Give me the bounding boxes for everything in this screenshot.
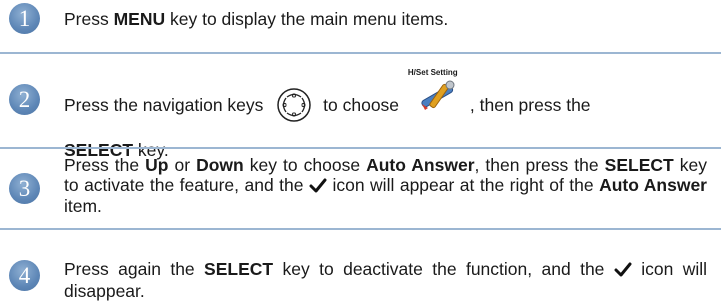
step-text: Press the Up or Down key to choose Auto …: [64, 155, 707, 216]
step-text: Press MENU key to display the main menu …: [64, 9, 449, 29]
step-divider: [0, 147, 721, 149]
checkmark-icon: [614, 262, 632, 282]
step-number-badge: 3: [9, 173, 40, 204]
handset-setting-icon: H/Set Setting: [408, 68, 462, 118]
step-text: Press again the SELECT key to deactivate…: [64, 259, 707, 301]
step-number-badge: 4: [9, 260, 40, 291]
step-text: Press the navigation keys to choose H/Se…: [64, 68, 591, 160]
instruction-steps: 1 Press MENU key to display the main men…: [0, 0, 721, 304]
step-divider: [0, 52, 721, 54]
step-number-badge: 2: [9, 84, 40, 115]
checkmark-icon: [309, 178, 327, 198]
step-divider: [0, 228, 721, 230]
navigation-keys-icon: [276, 87, 312, 134]
step-number-badge: 1: [9, 3, 40, 34]
